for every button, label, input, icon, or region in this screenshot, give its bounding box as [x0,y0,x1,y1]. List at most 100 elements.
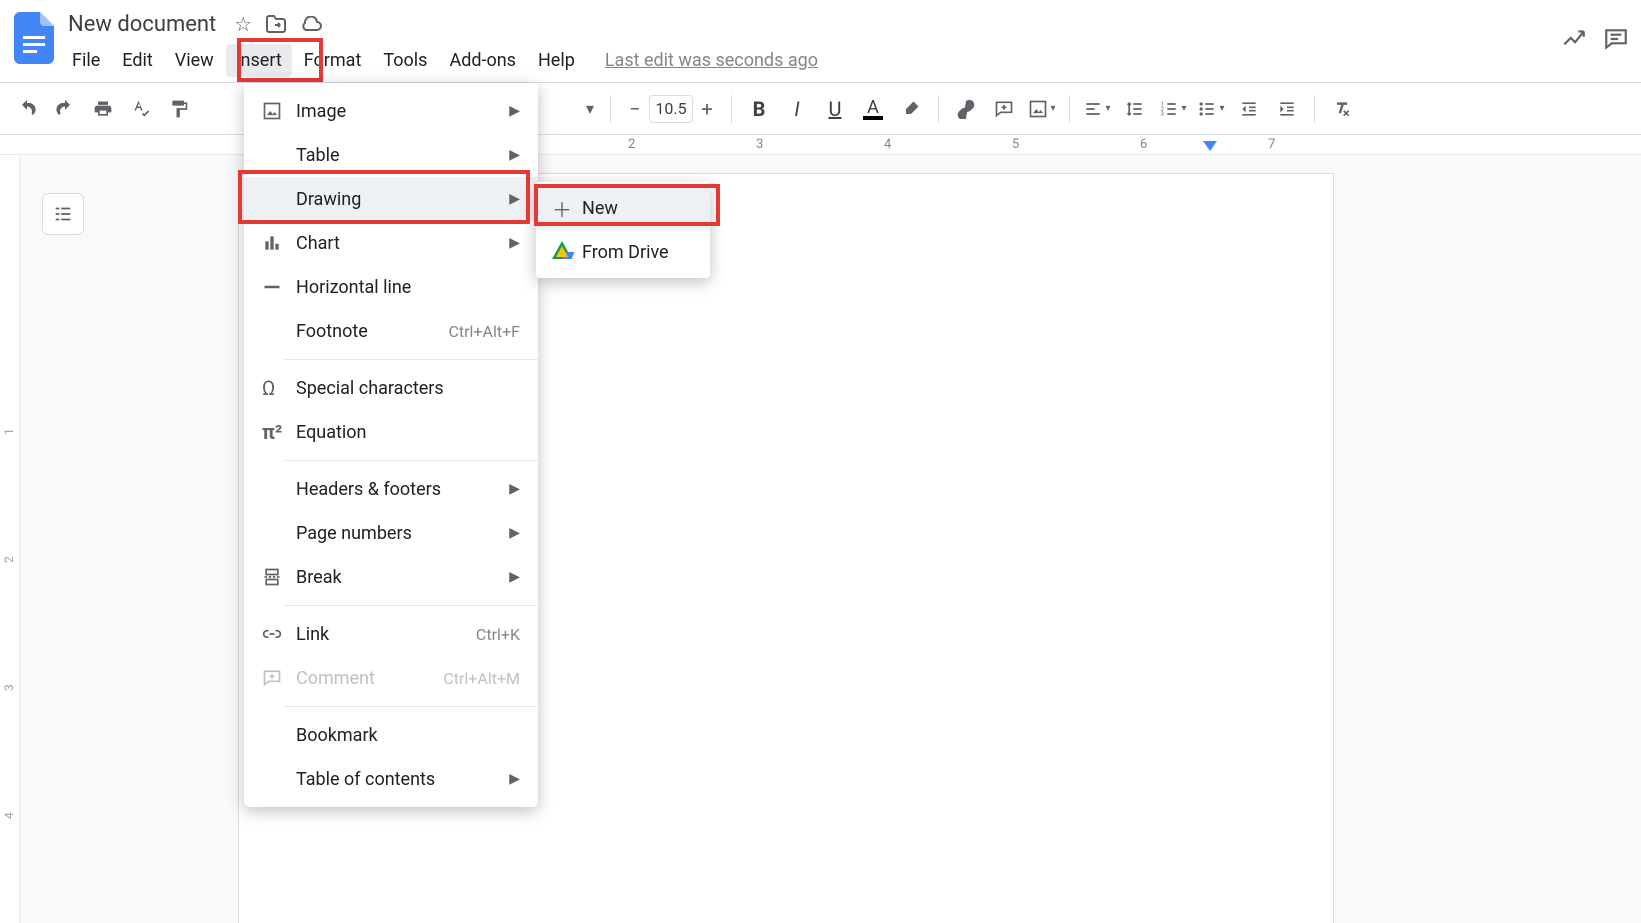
app-header: New document ☆ File Edit View Insert For… [0,0,1641,83]
chevron-right-icon: ▶ [509,103,520,119]
menu-item-comment: Comment Ctrl+Alt+M [244,656,538,700]
last-edit-link[interactable]: Last edit was seconds ago [605,50,818,71]
chevron-right-icon: ▶ [509,481,520,497]
menu-format[interactable]: Format [294,44,372,77]
text-color-button[interactable]: A [856,92,890,126]
line-spacing-button[interactable] [1118,92,1152,126]
submenu-item-new[interactable]: ＋ New [536,186,710,230]
menu-item-label: Break [296,567,509,588]
menu-item-label: Headers & footers [296,479,509,500]
drawing-submenu: ＋ New From Drive [536,182,710,278]
font-size-input[interactable]: 10.5 [649,95,693,123]
move-icon[interactable] [266,15,286,33]
menu-insert[interactable]: Insert [226,44,292,77]
insert-image-button[interactable]: ▾ [1025,92,1059,126]
menu-tools[interactable]: Tools [373,44,437,77]
ruler-tick: 3 [756,137,763,152]
star-icon[interactable]: ☆ [234,12,252,36]
ruler-tick: 4 [884,137,891,152]
menu-view[interactable]: View [165,44,224,77]
open-comments-icon[interactable] [1603,26,1629,52]
menu-item-label: Chart [296,233,509,254]
menu-edit[interactable]: Edit [112,44,162,77]
menu-item-footnote[interactable]: Footnote Ctrl+Alt+F [244,309,538,353]
horizontal-line-icon [262,277,296,297]
clear-formatting-button[interactable] [1325,92,1359,126]
add-comment-button[interactable] [987,92,1021,126]
plus-icon: ＋ [552,194,582,223]
increase-font-size-button[interactable]: + [693,95,721,123]
image-icon [262,101,296,121]
increase-indent-button[interactable] [1270,92,1304,126]
menu-item-label: Drawing [296,189,509,210]
ruler-tick: 5 [1012,137,1019,152]
title-area: New document ☆ File Edit View Insert For… [62,8,818,77]
menu-file[interactable]: File [62,44,110,77]
spellcheck-button[interactable] [124,92,158,126]
menu-item-headers-footers[interactable]: Headers & footers ▶ [244,467,538,511]
chart-icon [262,233,296,253]
vertical-ruler[interactable]: 1 2 3 4 [0,155,20,923]
menu-item-label: Footnote [296,321,448,342]
decrease-indent-button[interactable] [1232,92,1266,126]
insert-link-button[interactable] [949,92,983,126]
right-indent-marker[interactable] [1203,141,1217,151]
ruler-tick: 3 [2,684,16,691]
toolbar-divider [1069,95,1070,123]
menu-item-special-characters[interactable]: Ω Special characters [244,366,538,410]
menu-item-table-of-contents[interactable]: Table of contents ▶ [244,757,538,801]
menu-item-image[interactable]: Image ▶ [244,89,538,133]
bold-button[interactable]: B [742,92,776,126]
menu-item-link[interactable]: Link Ctrl+K [244,612,538,656]
bulleted-list-button[interactable]: ▾ [1194,92,1228,126]
ruler-tick: 6 [1140,137,1147,152]
underline-button[interactable]: U [818,92,852,126]
italic-button[interactable]: I [780,92,814,126]
menu-item-break[interactable]: Break ▶ [244,555,538,599]
menu-separator [284,359,538,360]
menu-item-label: Page numbers [296,523,509,544]
decrease-font-size-button[interactable]: − [621,95,649,123]
menu-help[interactable]: Help [528,44,585,77]
link-icon [262,624,296,644]
menu-item-equation[interactable]: π² Equation [244,410,538,454]
submenu-item-from-drive[interactable]: From Drive [536,230,710,274]
menu-item-horizontal-line[interactable]: Horizontal line [244,265,538,309]
undo-button[interactable] [10,92,44,126]
menu-item-page-numbers[interactable]: Page numbers ▶ [244,511,538,555]
comment-icon [262,668,296,688]
chevron-right-icon: ▶ [509,191,520,207]
toolbar-divider [731,95,732,123]
svg-text:3: 3 [1161,111,1164,117]
cloud-status-icon[interactable] [300,16,322,32]
menu-item-drawing[interactable]: Drawing ▶ [244,177,538,221]
redo-button[interactable] [48,92,82,126]
menu-separator [284,605,538,606]
menu-addons[interactable]: Add-ons [439,44,526,77]
menu-item-label: Link [296,624,476,645]
submenu-item-label: From Drive [582,242,669,263]
show-outline-button[interactable] [42,193,84,235]
menu-item-chart[interactable]: Chart ▶ [244,221,538,265]
ruler-tick: 4 [2,812,16,819]
chevron-right-icon: ▶ [509,569,520,585]
keyboard-shortcut: Ctrl+K [476,625,520,644]
menu-item-label: Horizontal line [296,277,520,298]
highlight-color-button[interactable] [894,92,928,126]
print-button[interactable] [86,92,120,126]
menubar: File Edit View Insert Format Tools Add-o… [62,44,818,77]
menu-item-bookmark[interactable]: Bookmark [244,713,538,757]
paint-format-button[interactable] [162,92,196,126]
document-title[interactable]: New document [62,10,222,39]
docs-logo[interactable] [12,10,56,66]
menu-item-label: Comment [296,668,443,689]
keyboard-shortcut: Ctrl+Alt+M [443,669,520,688]
menu-separator [284,706,538,707]
numbered-list-button[interactable]: 123▾ [1156,92,1190,126]
menu-item-table[interactable]: Table ▶ [244,133,538,177]
chevron-right-icon: ▶ [509,525,520,541]
align-button[interactable]: ▾ [1080,92,1114,126]
activity-icon[interactable] [1561,26,1587,52]
omega-icon: Ω [262,376,296,400]
menu-item-label: Image [296,101,509,122]
